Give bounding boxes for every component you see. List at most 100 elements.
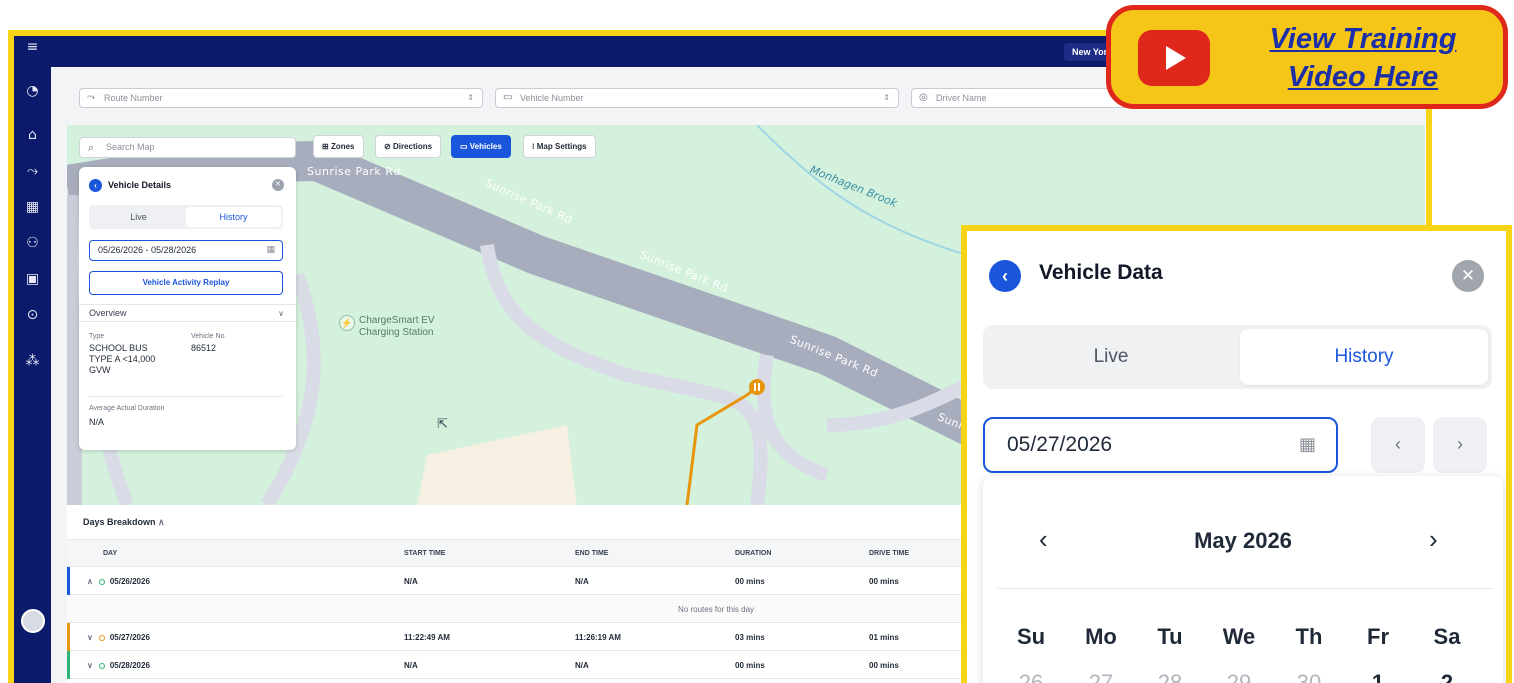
col-end-time: END TIME <box>575 550 609 557</box>
avg-duration-label: Average Actual Duration <box>89 405 165 412</box>
weekday-label: We <box>1222 624 1256 649</box>
directions-label: Directions <box>392 142 433 151</box>
no-routes-text: No routes for this day <box>678 605 755 614</box>
row-duration: 00 mins <box>735 661 765 670</box>
apps-icon[interactable]: ⁂ <box>14 350 51 372</box>
dashboard-icon[interactable]: ◔ <box>14 80 51 102</box>
type-value-line-1: SCHOOL BUS <box>89 343 148 353</box>
back-arrow-icon[interactable]: ‹ <box>989 260 1021 292</box>
tracking-icon[interactable]: ⊙ <box>14 304 51 326</box>
avg-duration-value: N/A <box>89 417 105 427</box>
close-icon[interactable]: ✕ <box>1452 260 1484 292</box>
divider <box>997 588 1493 589</box>
training-video-callout[interactable]: View Training Video Here <box>1106 5 1508 109</box>
divider <box>89 396 283 397</box>
prev-day-button[interactable]: ‹ <box>1371 417 1425 473</box>
vehicles-button[interactable]: ▭ Vehicles <box>451 135 511 158</box>
vehicle-activity-replay-button[interactable]: Vehicle Activity Replay <box>89 271 283 295</box>
vehicle-data-zoom-panel: ‹ Vehicle Data ✕ Live History 05/27/2026… <box>961 225 1512 683</box>
chevron-down-icon[interactable]: ∨ <box>87 661 93 670</box>
weekday-label: Sa <box>1433 624 1461 649</box>
back-arrow-icon[interactable]: ‹ <box>89 179 102 192</box>
routes-icon[interactable]: ⤳ <box>14 160 51 182</box>
calendar-day[interactable]: 2 <box>1417 670 1477 683</box>
calendar-day[interactable]: 28 <box>1140 670 1200 683</box>
overview-section-header[interactable]: Overview ∨ <box>79 304 296 322</box>
calendar-day[interactable]: 26 <box>1001 670 1061 683</box>
map-settings-button[interactable]: ⁝ Map Settings <box>523 135 596 158</box>
status-dot <box>98 662 105 669</box>
menu-icon[interactable]: ≡ <box>14 36 51 58</box>
calendar-day[interactable]: 27 <box>1071 670 1131 683</box>
search-icon: ⌕ <box>88 141 95 154</box>
buildings-icon[interactable]: ▦ <box>14 196 51 218</box>
row-day: ∨ 05/28/2026 <box>87 661 150 670</box>
mouse-cursor-icon: ⇱ <box>437 417 448 432</box>
calendar-icon[interactable]: ▦ <box>266 241 275 260</box>
days-breakdown-title[interactable]: Days Breakdown ∧ <box>83 517 165 528</box>
map-search-input[interactable]: ⌕ Search Map <box>79 137 296 158</box>
driver-icon: ◎ <box>919 92 928 103</box>
tab-history[interactable]: History <box>1240 329 1488 385</box>
weekday-label: Tu <box>1157 624 1183 649</box>
youtube-play-icon[interactable] <box>1138 30 1210 86</box>
vehicles-label: Vehicles <box>469 142 502 151</box>
vehicle-no-value: 86512 <box>191 343 217 353</box>
directions-icon: ⊘ <box>384 142 393 151</box>
tab-live[interactable]: Live <box>91 207 186 227</box>
left-nav-rail: ≡ ◔ ⌂ ⤳ ▦ ⚇ ▣ ⊙ ⁂ <box>14 36 51 683</box>
user-avatar[interactable] <box>21 609 45 633</box>
ev-charger-icon: ⚡ <box>339 315 355 331</box>
driver-name-placeholder: Driver Name <box>936 93 987 103</box>
weekday-label: Fr <box>1367 624 1389 649</box>
next-month-icon[interactable]: › <box>1429 524 1438 555</box>
students-icon[interactable]: ⚇ <box>14 232 51 254</box>
calendar-day[interactable]: 30 <box>1279 670 1339 683</box>
vehicle-details-panel: ‹ Vehicle Details ✕ Live History 05/26/20… <box>79 167 296 450</box>
row-start: 11:22:49 AM <box>404 633 450 642</box>
row-day-value: 05/28/2026 <box>109 661 150 670</box>
row-drive: 00 mins <box>869 577 899 586</box>
row-drive: 00 mins <box>869 661 899 670</box>
type-value-line-3: GVW <box>89 365 111 375</box>
row-end: N/A <box>575 577 589 586</box>
chevron-up-icon[interactable]: ∧ <box>87 577 93 586</box>
directions-button[interactable]: ⊘ Directions <box>375 135 442 158</box>
callout-line-2: Video Here <box>1287 61 1439 93</box>
home-icon[interactable]: ⌂ <box>14 124 51 146</box>
date-range-input[interactable]: 05/26/2026 - 05/28/2026 ▦ <box>89 240 283 261</box>
row-duration: 00 mins <box>735 577 765 586</box>
type-label: Type <box>89 333 105 340</box>
vehicle-number-select[interactable]: ▭ Vehicle Number ⇕ <box>495 88 899 108</box>
weekday-label: Mo <box>1085 624 1117 649</box>
overview-label: Overview <box>89 308 127 318</box>
training-video-link[interactable]: View Training Video Here <box>1233 20 1493 96</box>
bus-icon[interactable]: ▣ <box>14 268 51 290</box>
poi-line-2: Charging Station <box>359 327 434 338</box>
close-icon[interactable]: ✕ <box>272 179 284 191</box>
calendar-icon[interactable]: ▦ <box>1299 419 1316 471</box>
chevron-down-icon[interactable]: ∨ <box>87 633 93 642</box>
next-day-button[interactable]: › <box>1433 417 1487 473</box>
tab-live[interactable]: Live <box>987 329 1235 385</box>
col-drive-time: DRIVE TIME <box>869 550 910 557</box>
charging-station-poi[interactable]: ⚡ ChargeSmart EV Charging Station <box>339 315 435 339</box>
date-input[interactable]: 05/27/2026 ▦ <box>983 417 1338 473</box>
row-start: N/A <box>404 577 418 586</box>
chevron-down-icon: ∨ <box>278 309 284 318</box>
calendar-day[interactable]: 29 <box>1209 670 1269 683</box>
select-arrows-icon: ⇕ <box>883 93 890 102</box>
map-search-placeholder: Search Map <box>106 142 155 152</box>
zones-button[interactable]: ⊞ Zones <box>313 135 364 158</box>
weekday-label: Th <box>1295 624 1323 649</box>
row-status-bar <box>67 651 70 679</box>
zones-icon: ⊞ <box>322 142 331 151</box>
row-status-bar <box>67 567 70 595</box>
route-number-select[interactable]: ⤳ Route Number ⇕ <box>79 88 483 108</box>
chevron-right-icon: › <box>1457 434 1463 454</box>
live-history-toggle: Live History <box>983 325 1492 389</box>
calendar-day[interactable]: 1 <box>1348 670 1408 683</box>
row-day-value: 05/27/2026 <box>109 633 150 642</box>
col-day: DAY <box>103 550 118 557</box>
tab-history[interactable]: History <box>186 207 281 227</box>
